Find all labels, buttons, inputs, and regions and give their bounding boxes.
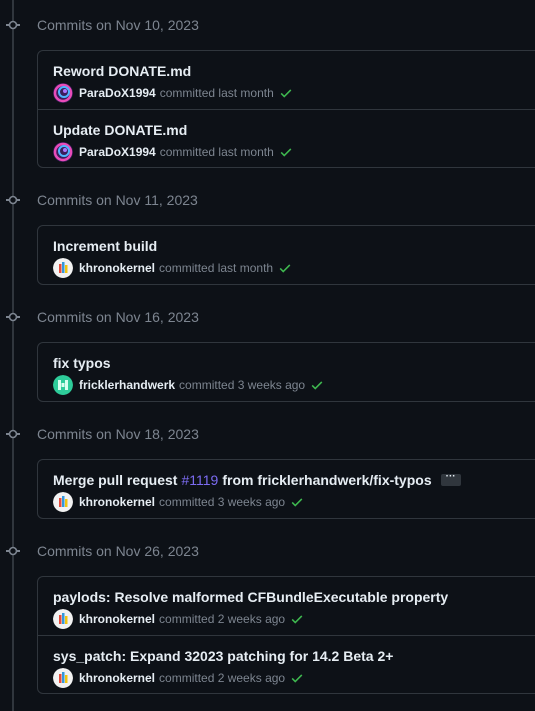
- check-icon[interactable]: [279, 86, 293, 100]
- author-link[interactable]: fricklerhandwerk: [79, 378, 175, 392]
- commit-message-link[interactable]: Update DONATE.md: [53, 122, 187, 138]
- commit-row: Increment build khronokernel committed l…: [38, 226, 535, 284]
- group-date-title: Commits on Nov 16, 2023: [37, 309, 199, 325]
- commit-list: fix typos fricklerhandwerk committed 3 w…: [37, 342, 535, 402]
- commit-message-link[interactable]: Increment build: [53, 238, 157, 254]
- author-link[interactable]: khronokernel: [79, 495, 155, 509]
- commit-time: committed last month: [159, 261, 274, 275]
- group-header: Commits on Nov 10, 2023: [0, 0, 535, 50]
- check-icon[interactable]: [290, 612, 304, 626]
- git-commit-icon: [6, 310, 20, 324]
- commit-time: committed 3 weeks ago: [159, 495, 286, 509]
- commit-time: committed 2 weeks ago: [159, 671, 286, 685]
- group-header: Commits on Nov 11, 2023: [0, 175, 535, 225]
- commit-group: Commits on Nov 11, 2023 Increment build …: [0, 175, 535, 285]
- author-link[interactable]: khronokernel: [79, 612, 155, 626]
- commit-group: Commits on Nov 26, 2023 paylods: Resolve…: [0, 526, 535, 694]
- group-date-title: Commits on Nov 18, 2023: [37, 426, 199, 442]
- pull-request-link[interactable]: #1119: [181, 472, 218, 488]
- commit-group: Commits on Nov 16, 2023 fix typos frickl…: [0, 292, 535, 402]
- avatar[interactable]: [53, 83, 73, 103]
- commit-group: Commits on Nov 18, 2023 Merge pull reque…: [0, 409, 535, 519]
- git-commit-icon: [6, 18, 20, 32]
- group-header: Commits on Nov 18, 2023: [0, 409, 535, 459]
- author-link[interactable]: ParaDoX1994: [79, 86, 156, 100]
- commit-message-link[interactable]: fix typos: [53, 355, 111, 371]
- commit-message-link[interactable]: Merge pull request: [53, 472, 177, 488]
- commit-message-link[interactable]: Reword DONATE.md: [53, 63, 191, 79]
- commit-row: Reword DONATE.md ParaDoX1994 committed l…: [38, 51, 535, 109]
- author-link[interactable]: khronokernel: [79, 261, 155, 275]
- group-date-title: Commits on Nov 10, 2023: [37, 17, 199, 33]
- commit-message-link[interactable]: paylods: Resolve malformed CFBundleExecu…: [53, 589, 448, 605]
- commit-row: Update DONATE.md ParaDoX1994 committed l…: [38, 109, 535, 167]
- commit-message-link[interactable]: sys_patch: Expand 32023 patching for 14.…: [53, 648, 393, 664]
- check-icon[interactable]: [278, 261, 292, 275]
- check-icon[interactable]: [290, 671, 304, 685]
- check-icon[interactable]: [290, 495, 304, 509]
- git-commit-icon: [6, 427, 20, 441]
- commit-row: sys_patch: Expand 32023 patching for 14.…: [38, 635, 535, 693]
- avatar[interactable]: [53, 375, 73, 395]
- commit-time: committed 3 weeks ago: [179, 378, 306, 392]
- author-link[interactable]: khronokernel: [79, 671, 155, 685]
- commit-time: committed 2 weeks ago: [159, 612, 286, 626]
- commit-list: Increment build khronokernel committed l…: [37, 225, 535, 285]
- check-icon[interactable]: [279, 145, 293, 159]
- commit-time: committed last month: [159, 145, 274, 159]
- check-icon[interactable]: [310, 378, 324, 392]
- commit-row: paylods: Resolve malformed CFBundleExecu…: [38, 577, 535, 635]
- avatar[interactable]: [53, 142, 73, 162]
- commit-timeline: Commits on Nov 10, 2023 Reword DONATE.md…: [0, 0, 535, 711]
- commit-time: committed last month: [159, 86, 274, 100]
- commit-message-link[interactable]: from fricklerhandwerk/fix-typos: [222, 472, 431, 488]
- avatar[interactable]: [53, 258, 73, 278]
- author-link[interactable]: ParaDoX1994: [79, 145, 156, 159]
- git-commit-icon: [6, 544, 20, 558]
- group-date-title: Commits on Nov 26, 2023: [37, 543, 199, 559]
- avatar[interactable]: [53, 609, 73, 629]
- commit-list: paylods: Resolve malformed CFBundleExecu…: [37, 576, 535, 694]
- commit-list: Merge pull request #1119 from fricklerha…: [37, 459, 535, 519]
- avatar[interactable]: [53, 492, 73, 512]
- commit-row: fix typos fricklerhandwerk committed 3 w…: [38, 343, 535, 401]
- avatar[interactable]: [53, 668, 73, 688]
- git-commit-icon: [6, 193, 20, 207]
- commit-list: Reword DONATE.md ParaDoX1994 committed l…: [37, 50, 535, 168]
- commit-row: Merge pull request #1119 from fricklerha…: [38, 460, 535, 518]
- expand-message-button[interactable]: ···: [440, 472, 461, 486]
- commit-group: Commits on Nov 10, 2023 Reword DONATE.md…: [0, 0, 535, 168]
- group-date-title: Commits on Nov 11, 2023: [37, 192, 198, 208]
- group-header: Commits on Nov 16, 2023: [0, 292, 535, 342]
- group-header: Commits on Nov 26, 2023: [0, 526, 535, 576]
